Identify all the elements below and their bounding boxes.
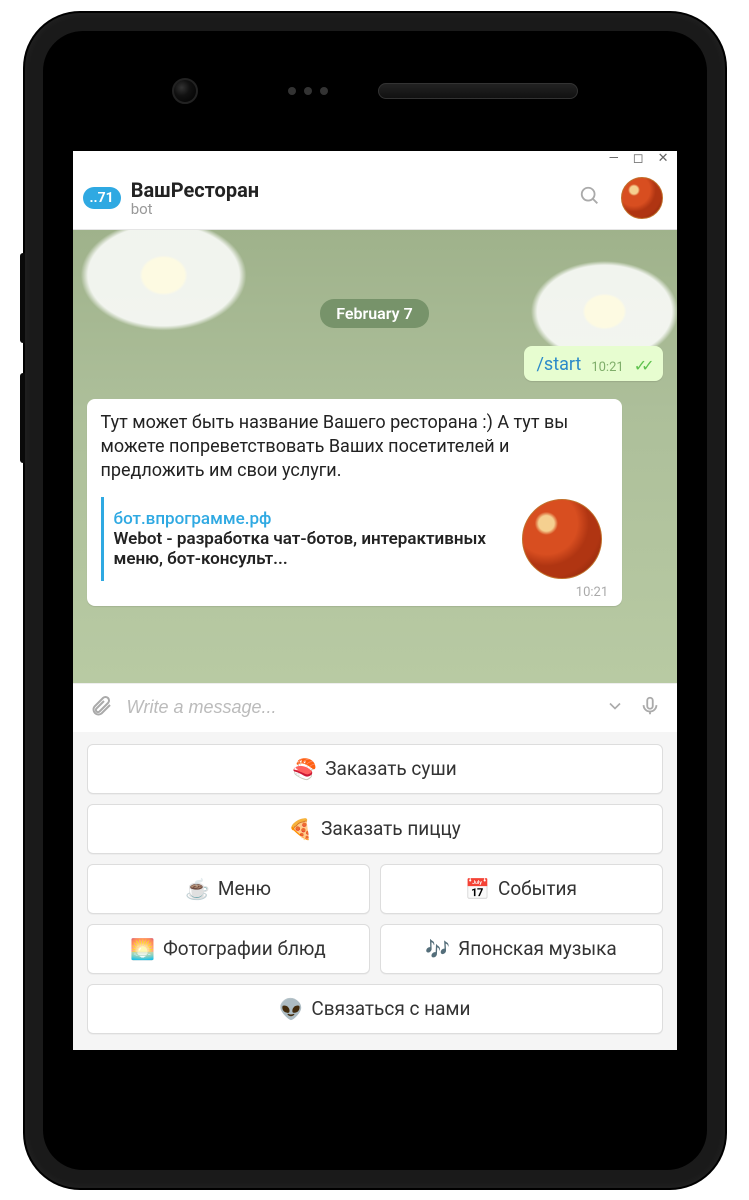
microphone-icon[interactable] xyxy=(639,695,661,721)
link-thumbnail xyxy=(522,499,602,579)
volume-down-button[interactable] xyxy=(20,373,25,463)
message-input[interactable] xyxy=(127,697,591,718)
kb-order-sushi[interactable]: 🍣Заказать суши xyxy=(87,744,663,794)
chat-header: ..71 ВашРесторан bot xyxy=(73,171,677,230)
messages-area[interactable]: February 7 /start 10:21 ✓✓ Тут может быт… xyxy=(73,230,677,683)
chat-subtitle: bot xyxy=(131,200,569,218)
phone-frame: — ◻ ✕ ..71 ВашРесторан bot February 7 xyxy=(25,13,725,1188)
link-preview[interactable]: бот.впрограмме.рф Webot - разработка чат… xyxy=(101,497,609,581)
unread-badge[interactable]: ..71 xyxy=(83,187,121,209)
message-text: Тут может быть название Вашего ресторана… xyxy=(101,411,609,484)
read-ticks-icon: ✓✓ xyxy=(634,356,649,375)
incoming-message[interactable]: Тут может быть название Вашего ресторана… xyxy=(87,399,623,607)
kb-order-pizza[interactable]: 🍕Заказать пиццу xyxy=(87,804,663,854)
maximize-icon[interactable]: ◻ xyxy=(633,153,644,171)
chat-avatar[interactable] xyxy=(621,177,663,219)
message-input-bar xyxy=(73,683,677,732)
date-divider: February 7 xyxy=(320,299,428,328)
front-camera xyxy=(172,78,198,104)
kb-food-photos[interactable]: 🌅Фотографии блюд xyxy=(87,924,370,974)
phone-inner: — ◻ ✕ ..71 ВашРесторан bot February 7 xyxy=(43,31,707,1170)
photo-icon: 🌅 xyxy=(130,937,155,961)
link-url: бот.впрограмме.рф xyxy=(114,509,513,529)
kb-menu[interactable]: ☕Меню xyxy=(87,864,370,914)
message-time: 10:21 xyxy=(591,360,623,375)
minimize-icon[interactable]: — xyxy=(609,153,619,171)
sushi-icon: 🍣 xyxy=(292,757,317,781)
volume-up-button[interactable] xyxy=(20,253,25,343)
chat-title-block[interactable]: ВашРесторан bot xyxy=(131,178,569,218)
coffee-icon: ☕ xyxy=(185,877,210,901)
outgoing-message[interactable]: /start 10:21 ✓✓ xyxy=(524,346,662,381)
music-icon: 🎶 xyxy=(425,937,450,961)
calendar-icon: 📅 xyxy=(465,877,490,901)
message-time: 10:21 xyxy=(101,585,609,600)
chat-background: February 7 /start 10:21 ✓✓ Тут может быт… xyxy=(73,230,677,683)
pizza-icon: 🍕 xyxy=(288,817,313,841)
chevron-down-icon[interactable] xyxy=(605,696,625,720)
window-titlebar: — ◻ ✕ xyxy=(73,151,677,171)
phone-top-bezel xyxy=(43,31,707,141)
kb-events[interactable]: 📅События xyxy=(380,864,663,914)
alien-icon: 👽 xyxy=(279,997,304,1021)
close-icon[interactable]: ✕ xyxy=(658,153,669,171)
bot-keyboard: 🍣Заказать суши 🍕Заказать пиццу ☕Меню 📅Со… xyxy=(73,732,677,1050)
app-screen: — ◻ ✕ ..71 ВашРесторан bot February 7 xyxy=(73,151,677,1050)
chat-name: ВашРесторан xyxy=(131,178,569,202)
kb-japanese-music[interactable]: 🎶Японская музыка xyxy=(380,924,663,974)
earpiece-speaker xyxy=(378,83,578,99)
search-icon[interactable] xyxy=(579,185,601,211)
attach-icon[interactable] xyxy=(89,694,113,722)
message-text: /start xyxy=(536,354,581,375)
sensor-dots xyxy=(288,87,328,95)
link-description: Webot - разработка чат-ботов, интерактив… xyxy=(114,529,513,570)
kb-contact-us[interactable]: 👽Связаться с нами xyxy=(87,984,663,1034)
